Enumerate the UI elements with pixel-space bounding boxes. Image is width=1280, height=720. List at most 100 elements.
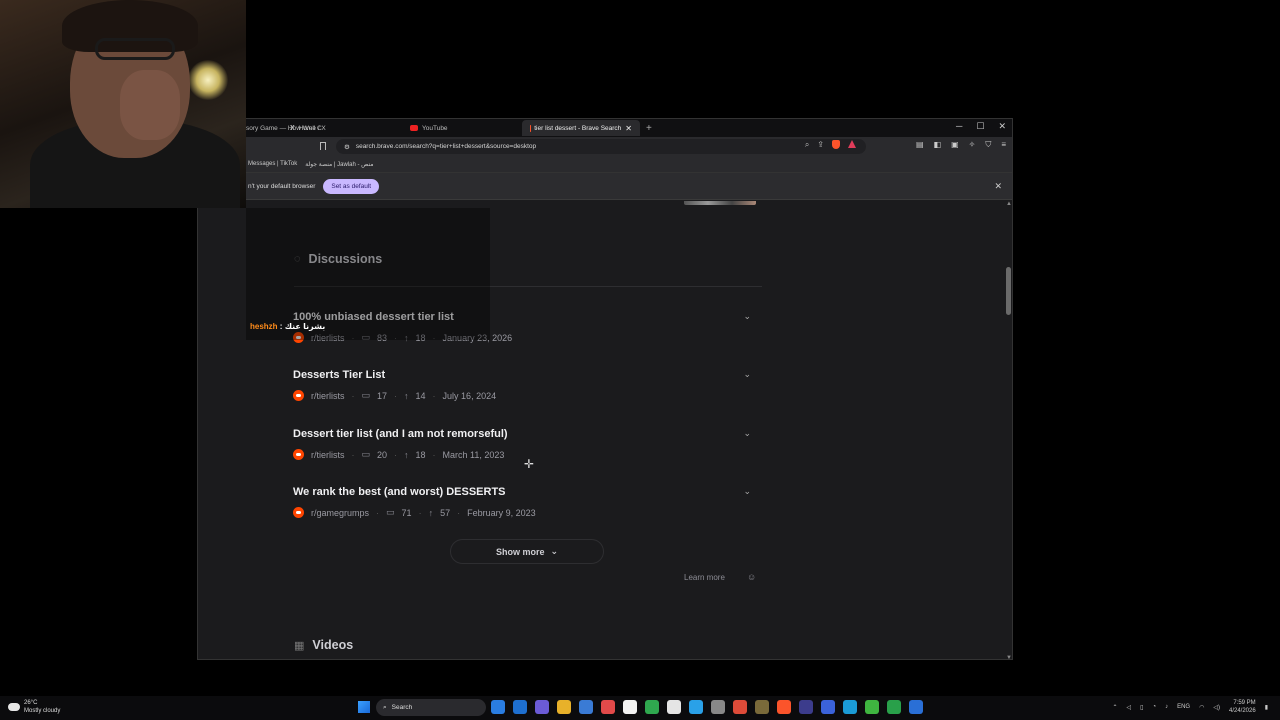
post-date: July 16, 2024 (442, 390, 497, 401)
discussion-item[interactable]: We rank the best (and worst) DESSERTS r/… (293, 486, 763, 518)
scrollbar-thumb[interactable] (1006, 267, 1011, 315)
taskbar-app-icon[interactable] (887, 700, 901, 714)
tab-close-icon[interactable]: ✕ (625, 124, 632, 133)
taskbar-search[interactable]: ⌕ Search (376, 699, 486, 716)
taskbar-app-icon[interactable] (777, 700, 791, 714)
upvote-icon: ↑ (404, 390, 409, 401)
vpn-icon[interactable]: ⛉ (985, 140, 991, 150)
clock[interactable]: 7:59 PM 4/24/2026 (1229, 699, 1256, 715)
taskbar-app-icon[interactable] (865, 700, 879, 714)
tab-brave-search[interactable]: tier list dessert - Brave Search ✕ (522, 120, 640, 136)
tab-label: YouTube (422, 124, 448, 132)
chevron-up-icon[interactable]: ⌃ (1113, 704, 1118, 711)
meta-separator: · (351, 449, 355, 460)
reading-list-icon[interactable]: ▤ (916, 140, 924, 150)
volume-icon[interactable]: ◁) (1213, 704, 1220, 711)
language-indicator[interactable]: ENG (1177, 704, 1190, 710)
discussion-item[interactable]: Dessert tier list (and I am not remorsef… (293, 428, 763, 460)
wallet-icon[interactable]: ▣ (951, 140, 959, 150)
brave-rewards-icon[interactable] (848, 140, 856, 148)
scrollbar[interactable] (1006, 201, 1012, 659)
meta-separator: · (457, 507, 461, 518)
menu-icon[interactable]: ≡ (1001, 140, 1006, 150)
learn-more-link[interactable]: Learn more (684, 573, 725, 582)
site-settings-icon[interactable]: ⚙ (344, 143, 350, 151)
upvote-count: 14 (415, 390, 426, 401)
weather-temp: 26°C (24, 700, 38, 706)
post-date: February 9, 2023 (467, 507, 536, 518)
weather-widget[interactable]: 26°C Mostly cloudy (8, 699, 60, 715)
share-icon[interactable]: ⇪ (817, 140, 824, 150)
discussion-title[interactable]: Dessert tier list (and I am not remorsef… (293, 428, 763, 440)
maximize-icon[interactable]: ☐ (976, 121, 984, 132)
show-more-button[interactable]: Show more ⌄ (450, 539, 604, 564)
taskbar-app-icon[interactable] (513, 700, 527, 714)
discussion-title[interactable]: We rank the best (and worst) DESSERTS (293, 486, 763, 498)
url-actions: ⌕ ⇪ (805, 140, 856, 150)
bookmark-icon[interactable] (320, 142, 326, 150)
windows-start-icon[interactable] (358, 701, 370, 713)
feedback-icon[interactable]: ☺ (747, 572, 756, 582)
mic-icon[interactable]: ♪ (1165, 704, 1168, 710)
leo-ai-icon[interactable]: ✧ (969, 140, 976, 150)
scroll-up-icon[interactable]: ▲ (1006, 201, 1012, 207)
address-bar[interactable]: ⚙ search.brave.com/search?q=tier+list+de… (336, 139, 866, 154)
taskbar-app-icon[interactable] (909, 700, 923, 714)
taskbar-app-icon[interactable] (711, 700, 725, 714)
browser-window: sory Game — How Well C X Home / X YouTub… (197, 118, 1013, 660)
taskbar-app-icon[interactable] (821, 700, 835, 714)
system-tray: ⌃ ◁ ▯ ◔ ♪ ENG ◠ ◁) 7:59 PM 4/24/2026 ▮ (1113, 699, 1269, 715)
network-icon[interactable]: ◔ (1152, 704, 1156, 710)
taskbar-app-icon[interactable] (579, 700, 593, 714)
taskbar-app-icon[interactable] (491, 700, 505, 714)
taskbar-app-icon[interactable] (843, 700, 857, 714)
chevron-down-icon[interactable]: ⌄ (743, 486, 751, 497)
speaker-icon[interactable]: ◁ (1127, 704, 1132, 711)
taskbar-app-icon[interactable] (755, 700, 769, 714)
taskbar-app-icon[interactable] (733, 700, 747, 714)
discussion-item[interactable]: Desserts Tier List r/tierlists · ▭ 17 · … (293, 369, 763, 401)
bookmark-item[interactable]: منصة جولة | Jawlah - منص (305, 161, 373, 168)
taskbar-app-icon[interactable] (535, 700, 549, 714)
zoom-icon[interactable]: ⌕ (805, 140, 809, 150)
scroll-down-icon[interactable]: ▼ (1006, 655, 1012, 659)
chevron-down-icon[interactable]: ⌄ (743, 428, 751, 439)
minimize-icon[interactable]: ─ (956, 121, 962, 132)
meta-separator: · (351, 390, 355, 401)
notification-icon[interactable]: ▮ (1265, 704, 1268, 711)
brave-shield-icon[interactable] (832, 140, 840, 149)
taskbar-app-icon[interactable] (799, 700, 813, 714)
chat-text: بشرنا عنك (284, 322, 326, 331)
upvote-count: 57 (440, 507, 451, 518)
x-logo-icon: X (290, 124, 295, 132)
tab-x-home[interactable]: X Home / X (282, 120, 402, 136)
new-tab-button[interactable]: + (646, 123, 652, 134)
taskbar-app-icon[interactable] (557, 700, 571, 714)
taskbar-app-icon[interactable] (667, 700, 681, 714)
image-thumbnail[interactable] (684, 201, 756, 205)
bookmark-item[interactable]: Messages | TikTok (248, 161, 297, 167)
tab-label: Home / X (298, 124, 326, 132)
taskbar-app-icon[interactable] (623, 700, 637, 714)
set-default-button[interactable]: Set as default (323, 178, 380, 194)
comment-count: 17 (377, 390, 388, 401)
lamp-light (188, 60, 228, 100)
discussion-title[interactable]: Desserts Tier List (293, 369, 763, 381)
clock-time: 7:59 PM (1233, 700, 1256, 706)
tab-youtube[interactable]: YouTube (402, 120, 522, 136)
meta-separator: · (376, 507, 380, 518)
film-icon: ▦ (294, 639, 305, 652)
taskbar-app-icon[interactable] (689, 700, 703, 714)
battery-icon[interactable]: ▯ (1140, 704, 1143, 711)
wifi-icon[interactable]: ◠ (1199, 704, 1204, 711)
chevron-down-icon[interactable]: ⌄ (743, 311, 751, 322)
meta-separator: · (418, 507, 422, 518)
sidebar-icon[interactable]: ◧ (934, 140, 942, 150)
chevron-down-icon[interactable]: ⌄ (743, 369, 751, 380)
chat-user: heshzh (250, 322, 278, 331)
taskbar-app-icon[interactable] (601, 700, 615, 714)
reddit-icon (293, 507, 304, 518)
taskbar-app-icon[interactable] (645, 700, 659, 714)
window-close-icon[interactable]: ✕ (998, 121, 1006, 132)
infobar-close-icon[interactable]: ✕ (994, 181, 1002, 192)
